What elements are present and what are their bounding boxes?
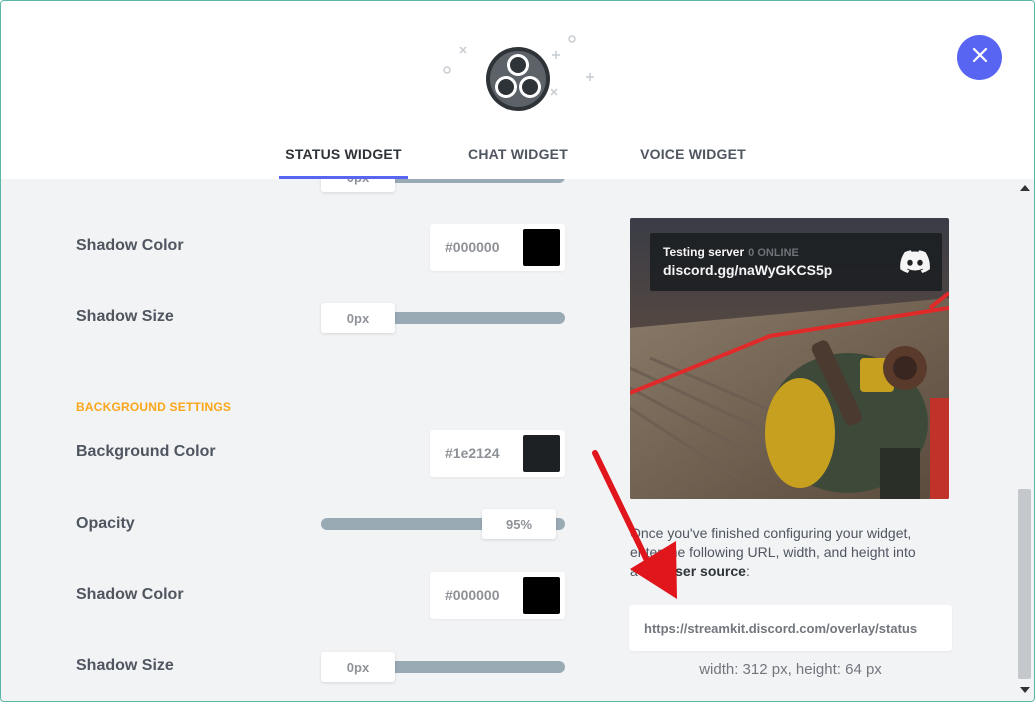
instructions-text: Once you've finished configuring your wi… [630,524,950,581]
bg-shadow-color-field[interactable]: #000000 [430,572,565,619]
overlay-url-field[interactable] [629,605,952,651]
widget-server-name: Testing server [663,245,745,259]
scrollbar[interactable] [1016,179,1034,701]
background-color-label: Background Color [76,443,216,460]
background-color-hex[interactable]: #1e2124 [445,445,500,461]
widget-preview: Testing server 0 ONLINE discord.gg/naWyGK… [630,218,949,499]
instructions-browser-source: browser source [641,563,746,579]
bg-shadow-color-swatch[interactable] [523,577,560,614]
opacity-slider[interactable]: 95% [321,509,565,539]
shadow-color-field[interactable]: #000000 [430,224,565,271]
close-button[interactable] [957,35,1002,80]
close-icon [972,47,988,68]
background-settings-title: BACKGROUND SETTINGS [76,400,232,414]
opacity-label: Opacity [76,515,135,532]
obs-logo [441,31,601,121]
instructions-line-3: a browser source: [630,562,950,581]
streamkit-modal: Text Outline Size 0px Shadow Color #0000… [0,0,1035,702]
instructions-line-3-suffix: : [745,563,750,579]
tab-status-widget[interactable]: STATUS WIDGET [279,133,408,179]
instructions-line-2: enter the following URL, width, and heig… [630,544,916,560]
scrollbar-thumb[interactable] [1018,489,1031,679]
tab-voice-widget-label: VOICE WIDGET [640,146,746,162]
scroll-up-arrow-icon[interactable] [1020,185,1030,191]
scroll-down-arrow-icon[interactable] [1020,687,1030,693]
shadow-size-thumb[interactable]: 0px [321,303,395,333]
bg-shadow-size-slider[interactable]: 0px [321,652,565,682]
shadow-color-hex[interactable]: #000000 [445,239,500,255]
shadow-size-slider[interactable]: 0px [321,303,565,333]
bg-shadow-color-hex[interactable]: #000000 [445,587,500,603]
widget-dimensions: width: 312 px, height: 64 px [699,661,882,678]
active-tab-indicator [279,176,408,179]
background-color-field[interactable]: #1e2124 [430,430,565,477]
settings-panel: Text Outline Size 0px Shadow Color #0000… [1,162,601,701]
instructions-line-3-prefix: a [630,563,642,579]
bg-shadow-size-thumb[interactable]: 0px [321,652,395,682]
tab-voice-widget[interactable]: VOICE WIDGET [633,133,753,179]
status-widget: Testing server 0 ONLINE discord.gg/naWyGK… [650,233,942,291]
widget-server: Testing server 0 ONLINE [663,245,799,259]
opacity-thumb[interactable]: 95% [482,509,556,539]
background-color-swatch[interactable] [523,435,560,472]
bg-shadow-color-label: Shadow Color [76,586,184,603]
overlay-url-input[interactable] [629,605,952,651]
instructions-line-1: Once you've finished configuring your wi… [630,525,912,541]
modal-header: STATUS WIDGET CHAT WIDGET VOICE WIDGET [1,1,1034,179]
shadow-color-label: Shadow Color [76,237,184,254]
widget-invite-link: discord.gg/naWyGKCS5p [663,262,833,278]
shadow-color-swatch[interactable] [523,229,560,266]
tab-status-widget-label: STATUS WIDGET [285,146,402,162]
tab-chat-widget[interactable]: CHAT WIDGET [461,133,575,179]
widget-online-count: 0 ONLINE [748,247,799,259]
shadow-size-label: Shadow Size [76,308,174,325]
bg-shadow-size-label: Shadow Size [76,657,174,674]
widget-tabs: STATUS WIDGET CHAT WIDGET VOICE WIDGET [1,133,1034,179]
discord-logo-icon [900,250,930,278]
tab-chat-widget-label: CHAT WIDGET [468,146,568,162]
